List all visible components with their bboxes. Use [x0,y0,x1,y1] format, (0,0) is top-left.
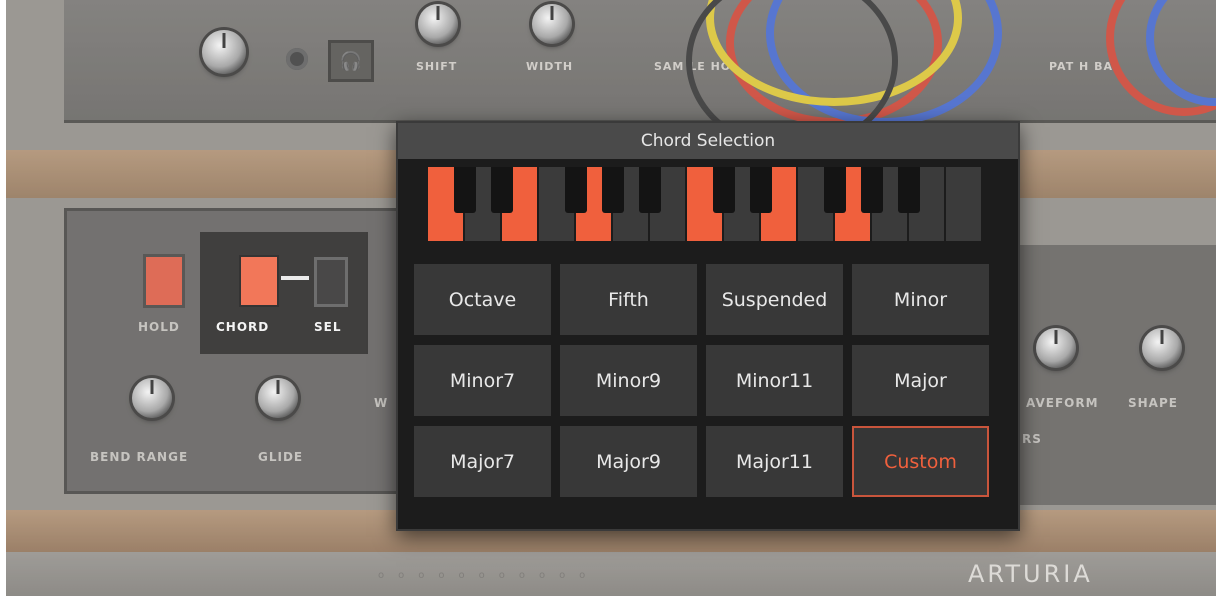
arturia-logo: ARTURIA [968,560,1093,588]
chord-option-fifth[interactable]: Fifth [560,264,697,335]
sel-button[interactable] [314,257,348,307]
black-key[interactable] [639,167,661,213]
black-key[interactable] [898,167,920,213]
lfo-panel [1018,245,1216,505]
black-key[interactable] [491,167,513,213]
bend-range-label: BEND RANGE [90,450,189,464]
glide-label: GLIDE [258,450,304,464]
waveform-label: AVEFORM [1026,396,1099,410]
chord-option-minor7[interactable]: Minor7 [414,345,551,416]
chord-option-major11[interactable]: Major11 [706,426,843,497]
shape-knob[interactable] [1142,328,1182,368]
dialog-title: Chord Selection [398,123,1018,159]
vent-holes: ooooooooooo [378,570,600,581]
black-key[interactable] [713,167,735,213]
jack-socket[interactable] [286,48,308,70]
chord-keyboard [428,167,988,241]
chord-option-minor[interactable]: Minor [852,264,989,335]
top-panel: SHIFT WIDTH SAM LE HOL PAT H BA [64,0,1216,123]
section-label: RS [1022,432,1042,446]
black-key[interactable] [565,167,587,213]
chord-label: CHORD [216,320,270,334]
white-key[interactable] [946,167,982,241]
width-knob[interactable] [532,4,572,44]
hold-button[interactable] [143,254,185,308]
waveform-partial-label: W [374,396,389,410]
black-key[interactable] [750,167,772,213]
shift-label: SHIFT [416,60,458,73]
chord-option-octave[interactable]: Octave [414,264,551,335]
chord-selection-dialog: Chord Selection Octave Fifth Suspended Mino… [396,121,1020,531]
chord-option-custom[interactable]: Custom [852,426,989,497]
chord-option-suspended[interactable]: Suspended [706,264,843,335]
black-key[interactable] [602,167,624,213]
black-key[interactable] [824,167,846,213]
shift-knob[interactable] [418,4,458,44]
glide-knob[interactable] [258,378,298,418]
shape-label: SHAPE [1128,396,1178,410]
chord-link-line [281,276,309,280]
chord-option-minor11[interactable]: Minor11 [706,345,843,416]
waveform-knob[interactable] [1036,328,1076,368]
chord-button[interactable] [239,255,279,307]
bend-range-knob[interactable] [132,378,172,418]
chord-option-major[interactable]: Major [852,345,989,416]
chord-option-major9[interactable]: Major9 [560,426,697,497]
hold-label: HOLD [138,320,180,334]
patch-bay-label: PAT H BA [1049,60,1113,73]
volume-knob[interactable] [202,30,246,74]
chord-option-major7[interactable]: Major7 [414,426,551,497]
width-label: WIDTH [526,60,574,73]
chord-option-minor9[interactable]: Minor9 [560,345,697,416]
headphone-icon[interactable]: 🎧 [328,40,374,82]
black-key[interactable] [454,167,476,213]
black-key[interactable] [861,167,883,213]
sel-label: SEL [314,320,342,334]
